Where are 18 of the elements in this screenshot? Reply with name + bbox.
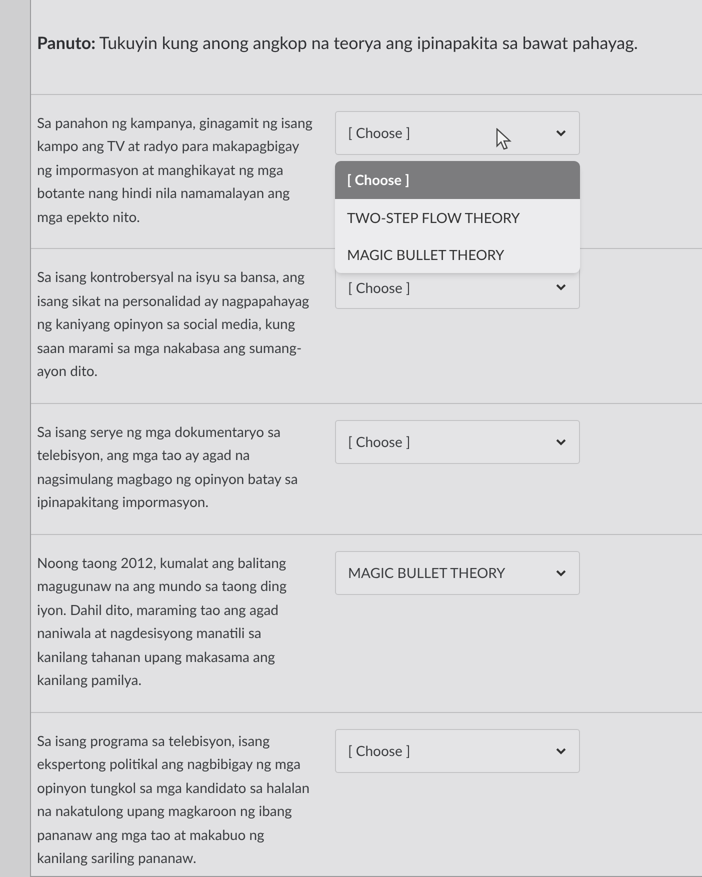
instruction-text: Panuto: Tukuyin kung anong angkop na teorya ang ipinapakita sa bawat pahayag. — [37, 31, 639, 55]
question-text: Noong taong 2012, kumalat ang balitang magugunaw na ang mundo sa taong ding iyon. Dahil dito, maraming tao ang agad naniwala at nagdesisyong manatili sa kanilang tahanan upang makasama ang kanilang pamilya. — [37, 552, 288, 690]
answer-dropdown[interactable]: [ Choose ] — [335, 728, 580, 772]
question-text: Sa panahon ng kampanya, ginagamit ng isang kampo ang TV at radyo para makapagbigay ng impormasyon at manghikayat ng mga botante nang hindi nila namamalayan ang mga epekto nito. — [37, 112, 314, 226]
chevron-down-icon — [555, 128, 567, 136]
chevron-down-icon — [555, 283, 567, 291]
question-text: Sa isang serye ng mga dokumentaryo sa telebisyon, ang mga tao ay agad na nagsimulang magbago ng opinyon batay sa ipinapakitang impormasyon. — [37, 422, 299, 512]
answer-dropdown[interactable]: [ Choose ] — [335, 110, 580, 154]
chevron-down-icon — [555, 746, 567, 754]
dropdown-option[interactable]: [ Choose ] — [335, 160, 580, 198]
question-text: Sa isang kontrobersyal na isyu sa bansa, ang isang sikat na personalidad ay nagpapahayag ng kaniyang opinyon sa social media, kung saan marami sa mga nakabasa ang sumang-ayon dito. — [37, 267, 310, 381]
answer-dropdown[interactable]: [ Choose ] — [335, 420, 580, 464]
answer-dropdown[interactable]: MAGIC BULLET THEORY — [335, 550, 580, 594]
dropdown-option[interactable]: TWO-STEP FLOW THEORY — [335, 198, 580, 236]
chevron-down-icon — [555, 438, 567, 446]
cursor-icon — [496, 128, 512, 150]
question-text: Sa isang programa sa telebisyon, isang ekspertong politikal ang nagbibigay ng mga opinyon tungkol sa mga kandidato sa halalan na nakatulong upang magkaroon ng ibang pananaw ang mga tao at makabuo ng kanilang sariling pananaw. — [37, 730, 311, 868]
chevron-down-icon — [555, 568, 567, 576]
